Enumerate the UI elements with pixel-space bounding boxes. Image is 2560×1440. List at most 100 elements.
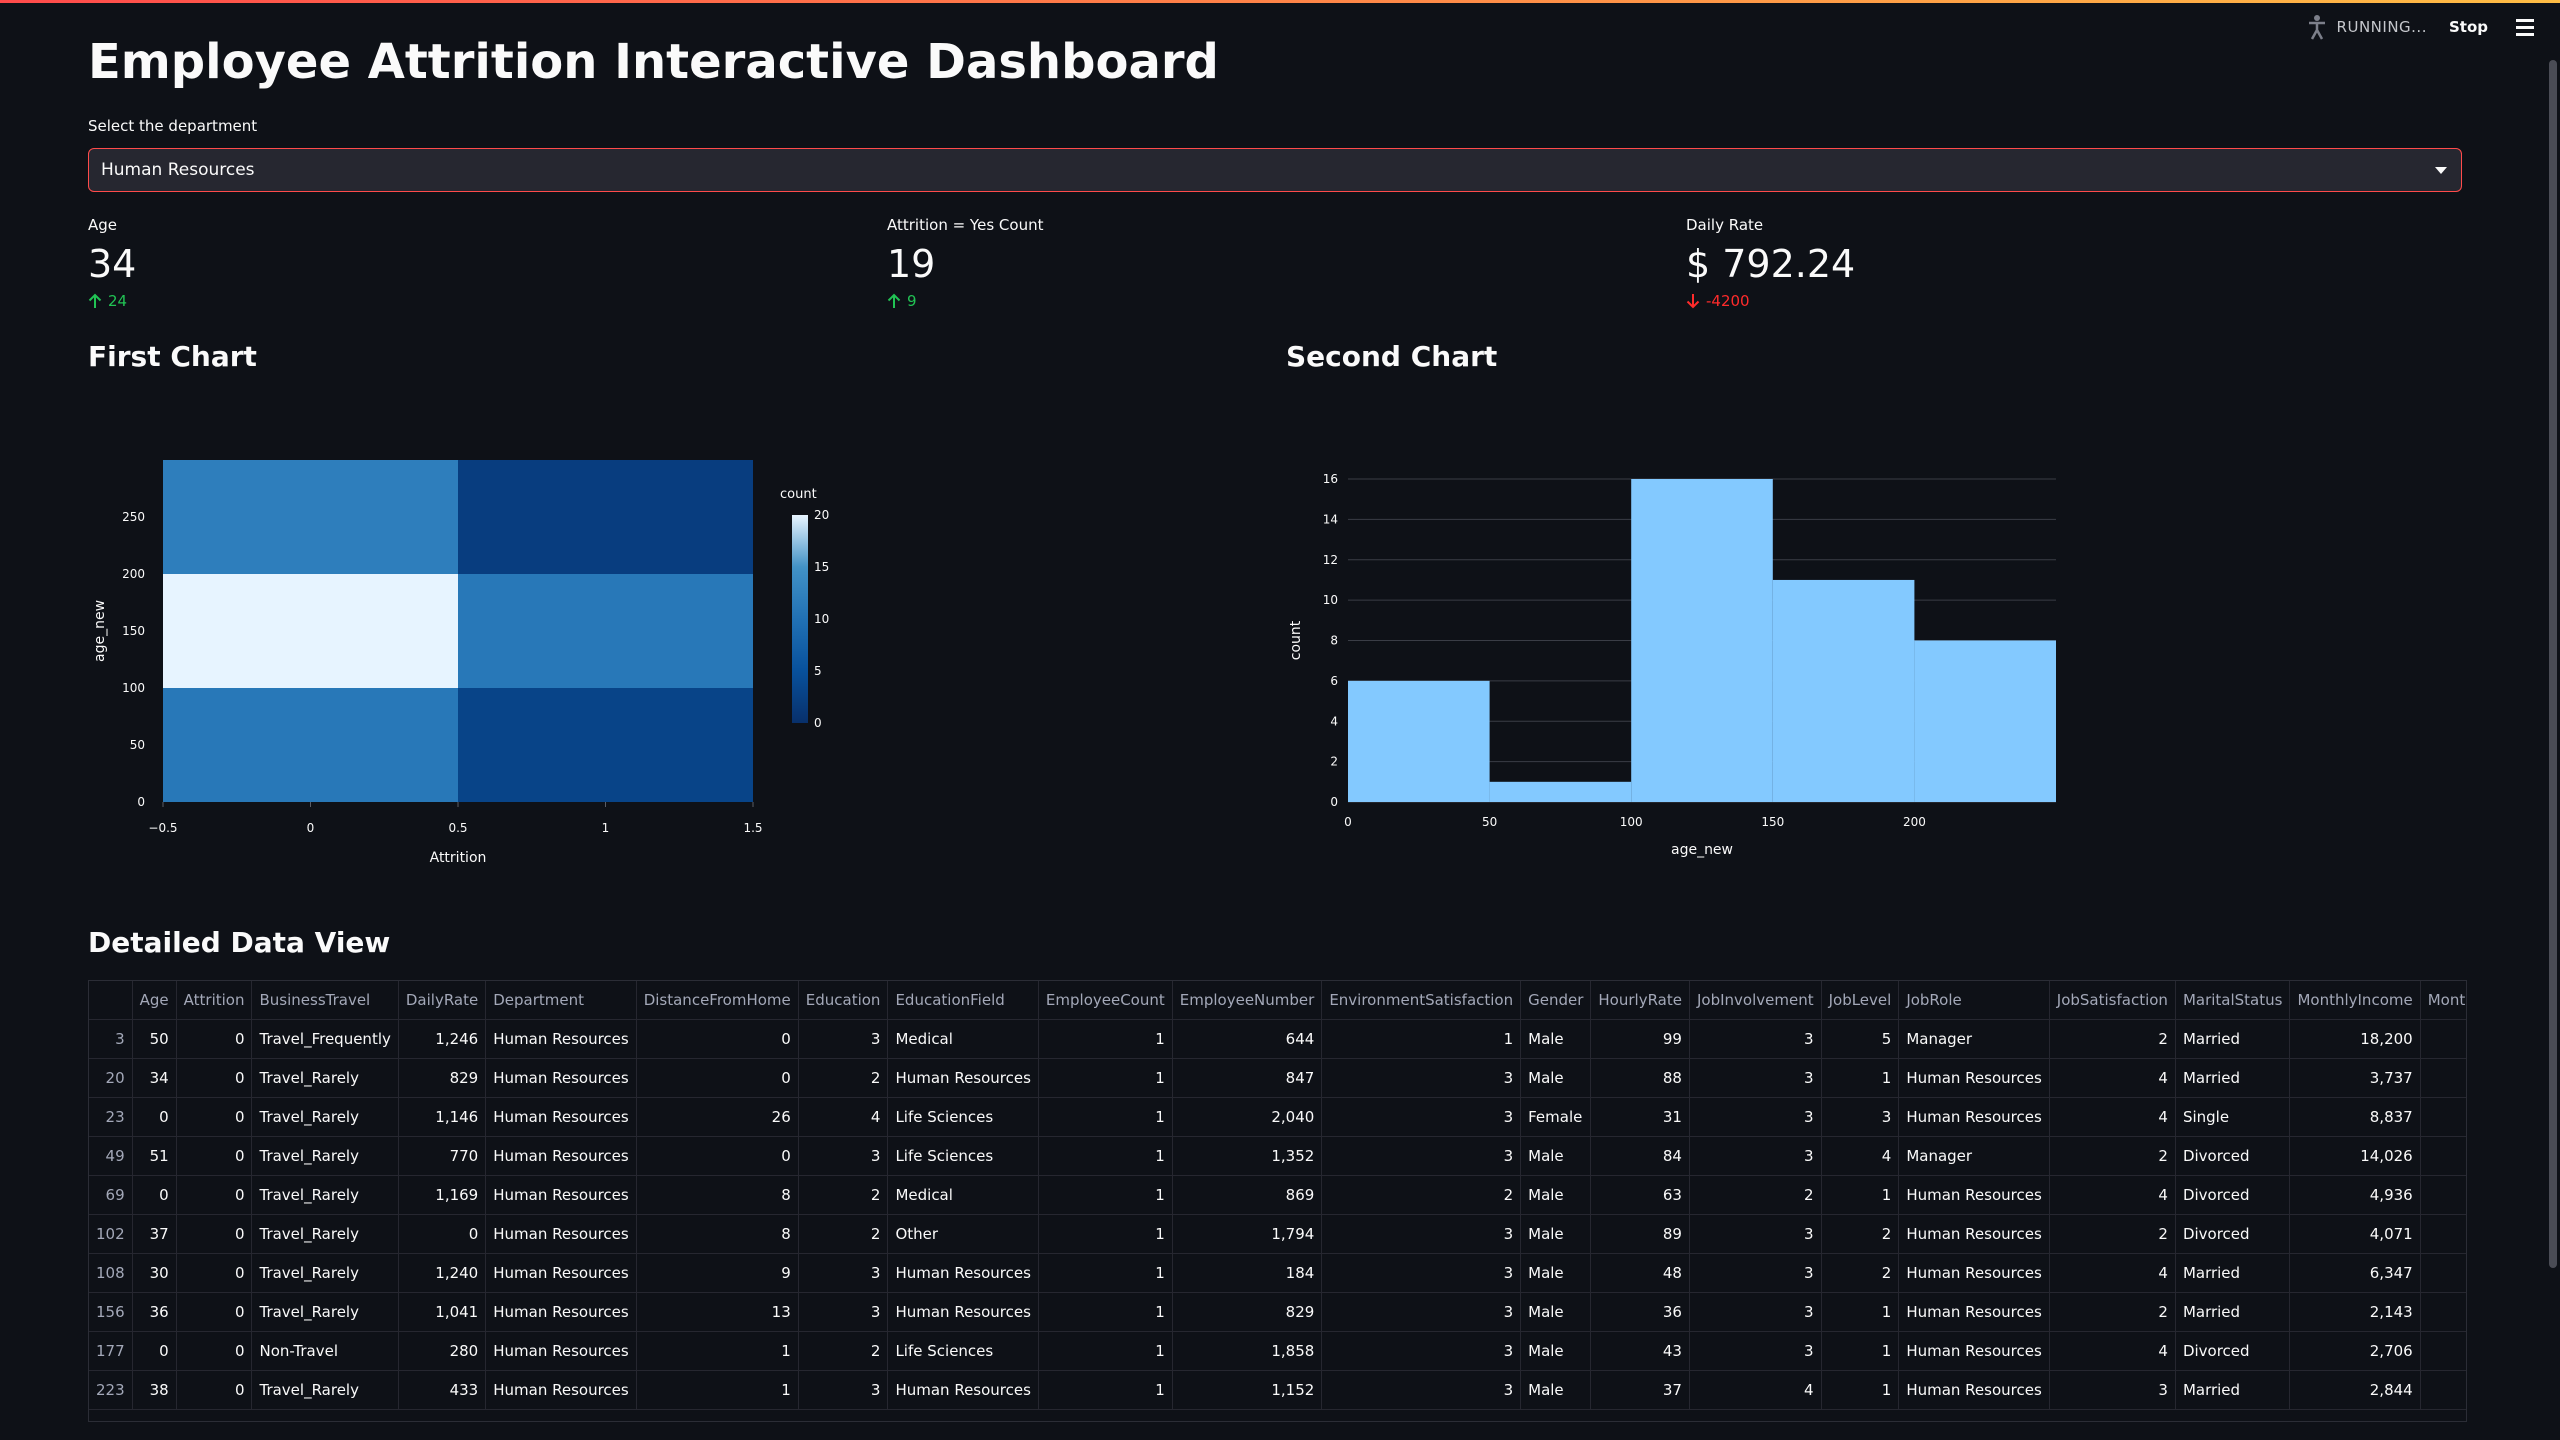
column-header[interactable]: Age <box>132 981 177 1020</box>
data-table[interactable]: Age Attrition BusinessTravel DailyRate Depar… <box>88 980 2467 1422</box>
histogram-bar <box>1631 479 1773 802</box>
top-decoration-bar <box>0 0 2560 3</box>
metric-daily-rate: Daily Rate $ 792.24 -4200 <box>1686 216 1855 310</box>
column-header[interactable]: MonthlyRate <box>2420 981 2466 1020</box>
table-cell: Travel_Rarely <box>251 1370 399 1410</box>
metric-age: Age 34 24 <box>88 216 136 310</box>
table-cell: 0 <box>636 1019 799 1059</box>
table-cell: Manager <box>1898 1019 2050 1059</box>
table-cell: 2 <box>1321 1175 1522 1215</box>
department-select[interactable]: Human Resources <box>88 148 2462 192</box>
column-header[interactable]: EducationField <box>887 981 1039 1020</box>
table-cell: 1 <box>1821 1370 1900 1410</box>
colorbar-tick-label: 15 <box>814 560 829 574</box>
x-tick-label: 0 <box>307 821 315 835</box>
table-cell: Human Resources <box>485 1253 637 1293</box>
column-header[interactable]: Department <box>485 981 637 1020</box>
table-cell: 30 <box>132 1253 177 1293</box>
column-header[interactable]: EmployeeCount <box>1038 981 1173 1020</box>
histogram-chart[interactable]: 0 2 4 6 8 10 12 14 16 0 50 100 150 200 age_new count <box>1286 460 2086 880</box>
department-select-value: Human Resources <box>101 160 255 180</box>
table-cell: 2 <box>798 1175 889 1215</box>
table-cell: 433 <box>398 1370 487 1410</box>
table-row[interactable]: 3 50 0 Travel_Frequently 1,246 Human Resource… <box>89 1019 2466 1059</box>
table-cell: 36 <box>1590 1292 1690 1332</box>
table-cell: 1 <box>1821 1292 1900 1332</box>
table-cell: Human Resources <box>485 1175 637 1215</box>
metric-delta: -4200 <box>1686 292 1855 310</box>
table-cell: Travel_Rarely <box>251 1175 399 1215</box>
column-header[interactable]: EmployeeNumber <box>1172 981 1323 1020</box>
column-header[interactable]: BusinessTravel <box>251 981 399 1020</box>
table-cell: 3 <box>1321 1292 1522 1332</box>
page-scrollbar[interactable] <box>2549 60 2557 1268</box>
table-cell: 1,041 <box>398 1292 487 1332</box>
table-cell: 9 <box>636 1253 799 1293</box>
table-cell: Human Resources <box>887 1058 1039 1098</box>
table-cell: 1 <box>1038 1331 1173 1371</box>
column-header[interactable]: JobInvolvement <box>1689 981 1822 1020</box>
table-cell: 4 <box>2049 1097 2176 1137</box>
table-cell: 16,642 <box>2420 1097 2466 1137</box>
table-cell: Human Resources <box>485 1370 637 1410</box>
column-header[interactable] <box>89 981 133 1020</box>
table-cell: 4 <box>1821 1136 1900 1176</box>
stop-button[interactable]: Stop <box>2449 18 2488 36</box>
metric-delta-value: -4200 <box>1706 292 1750 310</box>
x-tick-label: −0.5 <box>148 821 177 835</box>
chevron-down-icon[interactable] <box>2435 167 2447 174</box>
heatmap-chart[interactable]: −0.5 0 0.5 1 1.5050100150200250Attritionage_… <box>88 440 888 880</box>
main-menu-icon[interactable] <box>2510 14 2540 40</box>
y-tick-label: 10 <box>1323 593 1338 607</box>
table-cell: 0 <box>132 1331 177 1371</box>
table-cell: Life Sciences <box>887 1097 1039 1137</box>
table-row[interactable]: 102 37 0 Travel_Rarely 0 Human Resources 8 2 Oth… <box>89 1214 2466 1254</box>
column-header[interactable]: MonthlyIncome <box>2289 981 2421 1020</box>
table-row[interactable]: 49 51 0 Travel_Rarely 770 Human Resources 0 3 Li… <box>89 1136 2466 1176</box>
column-header[interactable]: JobRole <box>1898 981 2050 1020</box>
y-tick-label: 16 <box>1323 472 1338 486</box>
table-cell: 1 <box>1038 1214 1173 1254</box>
table-cell: 8,837 <box>2289 1097 2421 1137</box>
table-cell: Human Resources <box>485 1136 637 1176</box>
table-cell: 3 <box>798 1292 889 1332</box>
table-cell: 3 <box>798 1136 889 1176</box>
column-header[interactable]: HourlyRate <box>1590 981 1690 1020</box>
column-header[interactable]: DailyRate <box>398 981 487 1020</box>
table-row[interactable]: 69 0 0 Travel_Rarely 1,169 Human Resources 8 2 M… <box>89 1175 2466 1215</box>
table-cell: 0 <box>176 1175 253 1215</box>
row-index: 102 <box>89 1214 133 1254</box>
table-cell: Male <box>1520 1019 1592 1059</box>
table-row[interactable]: 156 36 0 Travel_Rarely 1,041 Human Resources 1… <box>89 1292 2466 1332</box>
table-cell: Single <box>2175 1097 2291 1137</box>
column-header[interactable]: EnvironmentSatisfaction <box>1321 981 1522 1020</box>
row-index: 20 <box>89 1058 133 1098</box>
column-header[interactable]: JobSatisfaction <box>2049 981 2176 1020</box>
column-header[interactable]: Gender <box>1520 981 1592 1020</box>
column-header[interactable]: DistanceFromHome <box>636 981 799 1020</box>
table-row[interactable]: 23 0 0 Travel_Rarely 1,146 Human Resources 26 4… <box>89 1097 2466 1137</box>
table-cell: 4,936 <box>2289 1175 2421 1215</box>
column-header[interactable]: JobLevel <box>1821 981 1900 1020</box>
column-header[interactable]: Education <box>798 981 889 1020</box>
table-cell: Male <box>1520 1292 1592 1332</box>
heatmap-cell <box>163 460 458 574</box>
table-row[interactable]: 108 30 0 Travel_Rarely 1,240 Human Resources 9… <box>89 1253 2466 1293</box>
table-cell: 6,004 <box>2420 1370 2466 1410</box>
x-tick-label: 200 <box>1903 815 1926 829</box>
table-cell: 4,071 <box>2289 1214 2421 1254</box>
table-row[interactable]: 20 34 0 Travel_Rarely 829 Human Resources 0 2 Hu… <box>89 1058 2466 1098</box>
table-cell: 2,243 <box>2420 1058 2466 1098</box>
column-header[interactable]: Attrition <box>176 981 253 1020</box>
table-cell: 0 <box>176 1097 253 1137</box>
table-cell: 3 <box>1321 1370 1522 1410</box>
table-cell: 1 <box>1821 1331 1900 1371</box>
x-tick-label: 0 <box>1344 815 1352 829</box>
colorbar-tick-label: 20 <box>814 508 829 522</box>
table-row[interactable]: 177 0 0 Non-Travel 280 Human Resources 1 2 Life … <box>89 1331 2466 1371</box>
y-tick-label: 150 <box>122 624 145 638</box>
table-cell: 1 <box>1038 1019 1173 1059</box>
arrow-up-icon <box>88 293 102 308</box>
column-header[interactable]: MaritalStatus <box>2175 981 2291 1020</box>
table-row[interactable]: 223 38 0 Travel_Rarely 433 Human Resources 1 3 H… <box>89 1370 2466 1410</box>
